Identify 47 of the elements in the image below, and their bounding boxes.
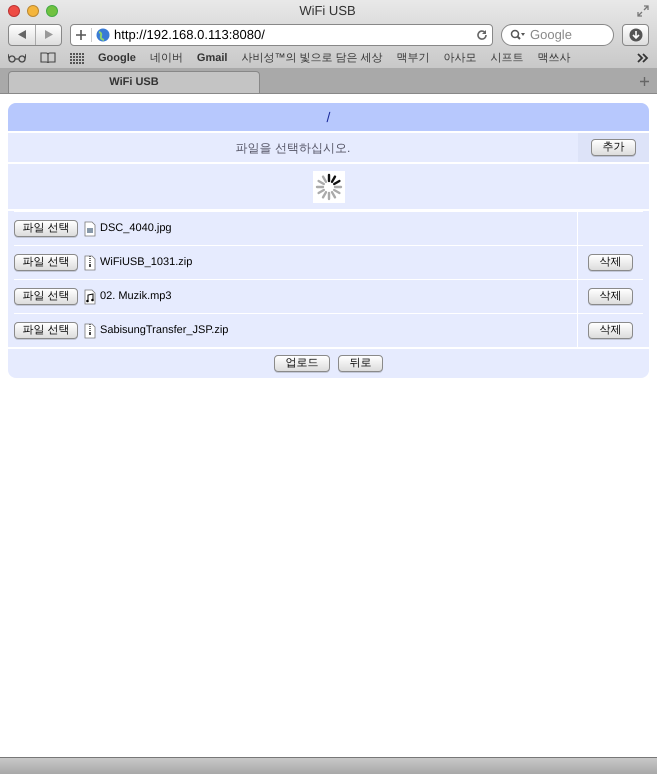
prompt-text: 파일을 선택하십시오.: [236, 140, 350, 156]
download-icon: [628, 28, 642, 42]
bookmarks-book-icon[interactable]: [40, 52, 56, 64]
bookmark-link[interactable]: 아사모: [444, 50, 477, 66]
bookmark-link[interactable]: 시프트: [490, 50, 524, 66]
bookmark-link[interactable]: Google: [98, 50, 136, 66]
forward-icon: [44, 30, 52, 39]
more-bookmarks-icon[interactable]: [637, 53, 649, 63]
search-icon: [510, 28, 526, 40]
file-name: SabisungTransfer_JSP.zip: [100, 323, 228, 338]
path-text: /: [326, 108, 330, 126]
music-file-icon: [84, 288, 96, 304]
fullscreen-icon[interactable]: [637, 4, 649, 16]
file-name: DSC_4040.jpg: [100, 221, 172, 236]
close-icon[interactable]: [8, 4, 20, 16]
delete-button[interactable]: 삭제: [588, 322, 633, 339]
reload-icon[interactable]: [476, 28, 488, 40]
url-text: http://192.168.0.113:8080/: [114, 26, 265, 44]
globe-icon: [96, 28, 110, 42]
choose-file-button[interactable]: 파일 선택: [14, 220, 78, 237]
file-name: WiFiUSB_1031.zip: [100, 255, 192, 270]
zip-file-icon: [84, 322, 96, 338]
bookmark-link[interactable]: Gmail: [196, 50, 228, 66]
choose-file-button[interactable]: 파일 선택: [14, 322, 78, 339]
back-icon: [18, 30, 26, 39]
search-field[interactable]: Google: [501, 24, 614, 46]
window-title: WiFi USB: [299, 2, 356, 20]
top-sites-grid-icon[interactable]: [70, 52, 84, 64]
bookmark-link[interactable]: 맥쓰사: [538, 50, 571, 66]
delete-button[interactable]: 삭제: [588, 254, 633, 271]
file-name: 02. Muzik.mp3: [100, 289, 172, 304]
add-icon[interactable]: [75, 28, 87, 40]
back-page-button[interactable]: 뒤로: [338, 355, 383, 372]
delete-button[interactable]: 삭제: [588, 288, 633, 305]
address-field[interactable]: http://192.168.0.113:8080/: [70, 24, 493, 46]
zip-file-icon: [84, 254, 96, 270]
browser-tab[interactable]: WiFi USB: [8, 71, 260, 93]
choose-file-button[interactable]: 파일 선택: [14, 254, 78, 271]
bookmark-link[interactable]: 사비성™의 빛으로 담은 세상: [241, 50, 383, 66]
add-button[interactable]: 추가: [591, 139, 636, 156]
reading-list-icon[interactable]: [8, 53, 26, 63]
upload-button[interactable]: 업로드: [274, 355, 330, 372]
choose-file-button[interactable]: 파일 선택: [14, 288, 78, 305]
downloads-button[interactable]: [622, 24, 649, 46]
bookmark-link[interactable]: 네이버: [150, 50, 183, 66]
bookmark-link[interactable]: 맥부기: [396, 50, 430, 66]
image-file-icon: [84, 220, 96, 236]
